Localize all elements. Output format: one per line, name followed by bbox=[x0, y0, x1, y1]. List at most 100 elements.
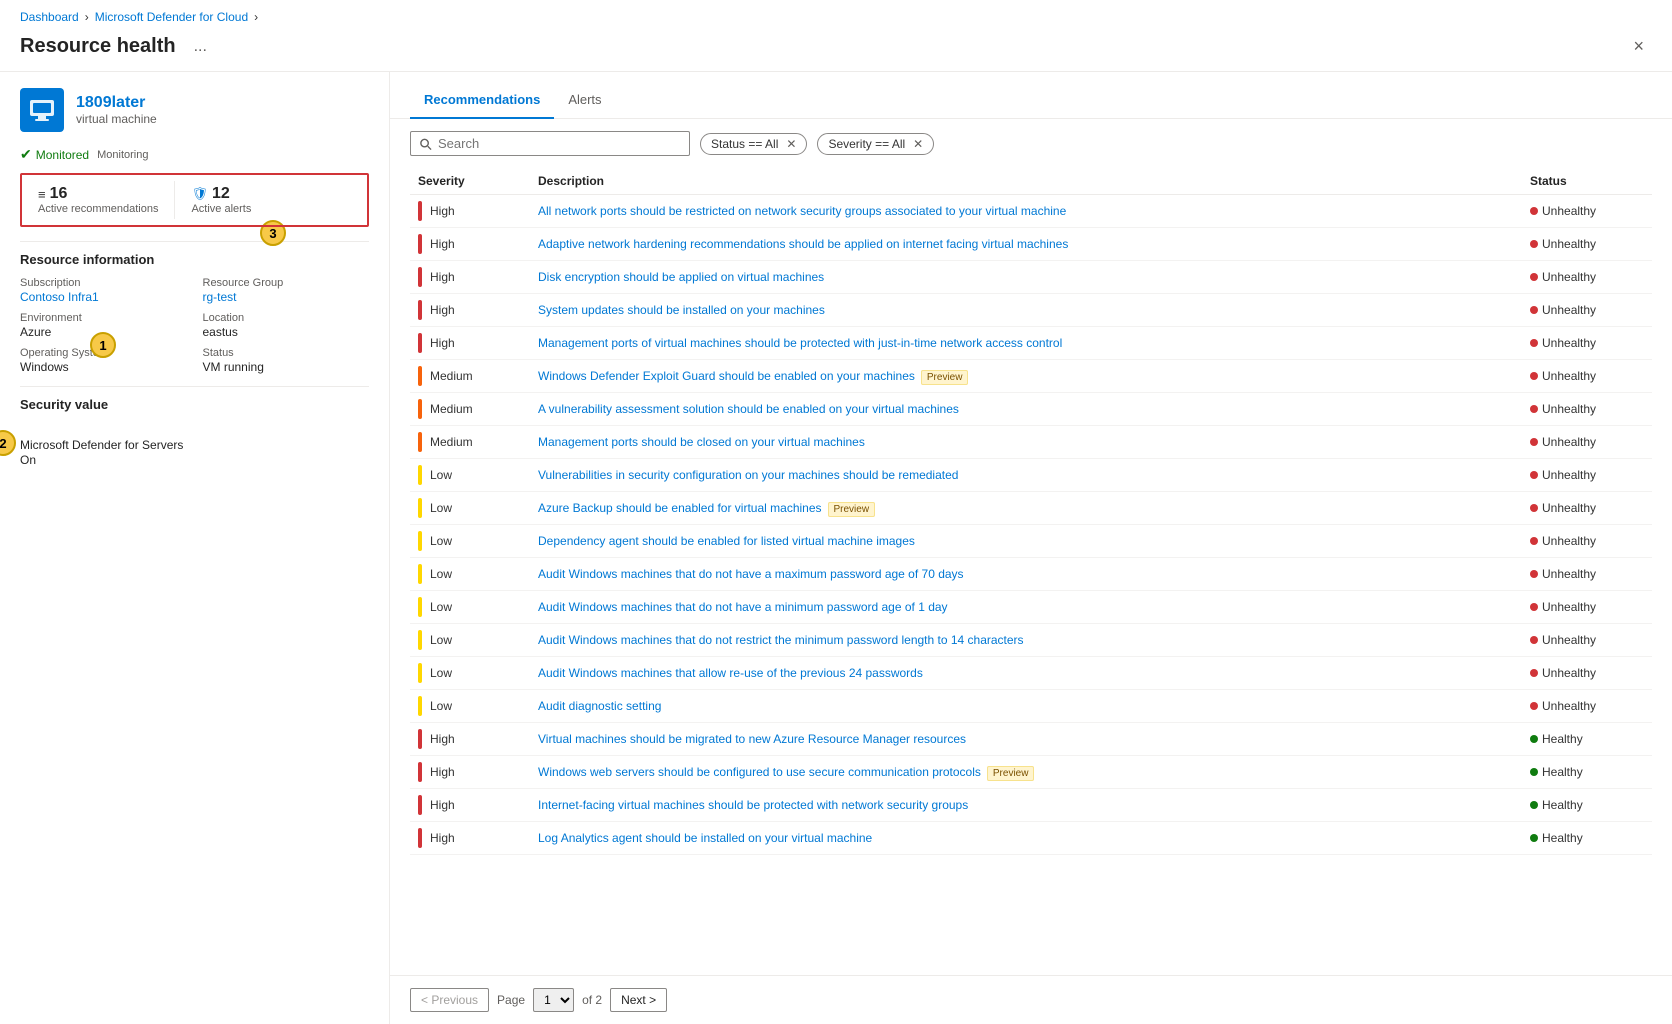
status-dot bbox=[1530, 537, 1538, 545]
status-cell: Unhealthy bbox=[1522, 525, 1652, 558]
status-cell: Healthy bbox=[1522, 756, 1652, 789]
breadcrumb-defender[interactable]: Microsoft Defender for Cloud bbox=[95, 10, 248, 24]
table-row[interactable]: HighInternet-facing virtual machines sho… bbox=[410, 789, 1652, 822]
severity-bar bbox=[418, 795, 422, 815]
severity-bar bbox=[418, 828, 422, 848]
description-link[interactable]: Management ports of virtual machines sho… bbox=[538, 336, 1062, 350]
table-row[interactable]: HighLog Analytics agent should be instal… bbox=[410, 822, 1652, 855]
preview-badge: Preview bbox=[828, 502, 876, 517]
table-row[interactable]: MediumManagement ports should be closed … bbox=[410, 426, 1652, 459]
table-row[interactable]: LowAudit diagnostic settingUnhealthy bbox=[410, 690, 1652, 723]
description-link[interactable]: A vulnerability assessment solution shou… bbox=[538, 402, 959, 416]
table-row[interactable]: High Adaptive network hardening recommend… bbox=[410, 228, 1652, 261]
description-cell: Management ports of virtual machines sho… bbox=[530, 327, 1522, 360]
table-row[interactable]: HighWindows web servers should be config… bbox=[410, 756, 1652, 789]
description-link[interactable]: Azure Backup should be enabled for virtu… bbox=[538, 501, 822, 515]
tab-alerts[interactable]: Alerts bbox=[554, 82, 615, 119]
vm-type: virtual machine bbox=[76, 112, 157, 126]
severity-cell: Low bbox=[410, 690, 530, 723]
severity-cell: Low bbox=[410, 525, 530, 558]
resource-group-link[interactable]: rg-test bbox=[203, 290, 237, 304]
table-row[interactable]: HighAll network ports should be restrict… bbox=[410, 195, 1652, 228]
status-dot bbox=[1530, 471, 1538, 479]
description-link[interactable]: Disk encryption should be applied on vir… bbox=[538, 270, 824, 284]
filter-status-chip[interactable]: Status == All ✕ bbox=[700, 133, 807, 155]
severity-cell: Low bbox=[410, 624, 530, 657]
description-cell: Virtual machines should be migrated to n… bbox=[530, 723, 1522, 756]
description-link[interactable]: Audit Windows machines that do not have … bbox=[538, 567, 964, 581]
filter-severity-close[interactable]: ✕ bbox=[913, 137, 923, 151]
severity-cell: High bbox=[410, 228, 530, 261]
table-row[interactable]: Low Audit Windows machines that do not ha… bbox=[410, 558, 1652, 591]
status-dot bbox=[1530, 669, 1538, 677]
table-row[interactable]: LowAzure Backup should be enabled for vi… bbox=[410, 492, 1652, 525]
description-link[interactable]: Management ports should be closed on you… bbox=[538, 435, 865, 449]
table-row[interactable]: Low Audit Windows machines that do not ha… bbox=[410, 591, 1652, 624]
table-row[interactable]: MediumA vulnerability assessment solutio… bbox=[410, 393, 1652, 426]
vm-name[interactable]: 1809later bbox=[76, 94, 157, 112]
search-box[interactable] bbox=[410, 131, 690, 156]
description-link[interactable]: Windows web servers should be configured… bbox=[538, 765, 981, 779]
description-link[interactable]: Audit Windows machines that allow re-use… bbox=[538, 666, 923, 680]
prev-button[interactable]: < Previous bbox=[410, 988, 489, 1012]
page-header: Resource health ... × bbox=[0, 28, 1672, 72]
page-select[interactable]: 1 2 bbox=[533, 988, 574, 1012]
table-row[interactable]: HighDisk encryption should be applied on… bbox=[410, 261, 1652, 294]
table-header-row: Severity Description Status bbox=[410, 168, 1652, 195]
breadcrumb-dashboard[interactable]: Dashboard bbox=[20, 10, 79, 24]
description-link[interactable]: Log Analytics agent should be installed … bbox=[538, 831, 872, 845]
page-label: Page bbox=[497, 993, 525, 1007]
severity-cell: Low bbox=[410, 591, 530, 624]
description-link[interactable]: System updates should be installed on yo… bbox=[538, 303, 825, 317]
page-title: Resource health bbox=[20, 35, 176, 58]
status-dot bbox=[1530, 273, 1538, 281]
description-link[interactable]: Audit diagnostic setting bbox=[538, 699, 661, 713]
search-icon bbox=[419, 137, 432, 151]
subscription-link[interactable]: Contoso Infra1 bbox=[20, 290, 99, 304]
search-input[interactable] bbox=[438, 136, 681, 151]
subscription-field: Subscription Contoso Infra1 bbox=[20, 277, 187, 304]
ellipsis-button[interactable]: ... bbox=[186, 34, 215, 60]
description-cell: Audit Windows machines that do not have … bbox=[530, 558, 1522, 591]
tab-recommendations[interactable]: Recommendations bbox=[410, 82, 554, 119]
description-link[interactable]: Audit Windows machines that do not restr… bbox=[538, 633, 1024, 647]
close-button[interactable]: × bbox=[1625, 32, 1652, 61]
description-link[interactable]: Windows Defender Exploit Guard should be… bbox=[538, 369, 915, 383]
recommendations-table: Severity Description Status HighAll netw… bbox=[390, 168, 1672, 975]
severity-bar bbox=[418, 399, 422, 419]
filter-severity-chip[interactable]: Severity == All ✕ bbox=[817, 133, 934, 155]
table-row[interactable]: MediumWindows Defender Exploit Guard sho… bbox=[410, 360, 1652, 393]
table-row[interactable]: LowAudit Windows machines that allow re-… bbox=[410, 657, 1652, 690]
description-link[interactable]: All network ports should be restricted o… bbox=[538, 204, 1066, 218]
filter-status-close[interactable]: ✕ bbox=[786, 137, 796, 151]
description-cell: Audit Windows machines that do not have … bbox=[530, 591, 1522, 624]
description-link[interactable]: Virtual machines should be migrated to n… bbox=[538, 732, 966, 746]
vm-header: 1809later virtual machine bbox=[20, 88, 369, 132]
description-cell: System updates should be installed on yo… bbox=[530, 294, 1522, 327]
severity-bar bbox=[418, 432, 422, 452]
table-row[interactable]: HighSystem updates should be installed o… bbox=[410, 294, 1652, 327]
table-row[interactable]: Low Dependency agent should be enabled fo… bbox=[410, 525, 1652, 558]
description-link[interactable]: Dependency agent should be enabled for l… bbox=[538, 534, 915, 548]
description-link[interactable]: Audit Windows machines that do not have … bbox=[538, 600, 948, 614]
table-row[interactable]: High Virtual machines should be migrated … bbox=[410, 723, 1652, 756]
severity-cell: Low bbox=[410, 558, 530, 591]
status-cell: Unhealthy bbox=[1522, 360, 1652, 393]
table-row[interactable]: Low Audit Windows machines that do not re… bbox=[410, 624, 1652, 657]
metric-recommendations[interactable]: ≡ 16 Active recommendations bbox=[34, 181, 174, 219]
next-button[interactable]: Next > bbox=[610, 988, 667, 1012]
description-link[interactable]: Vulnerabilities in security configuratio… bbox=[538, 468, 958, 482]
status-cell: Unhealthy bbox=[1522, 492, 1652, 525]
description-link[interactable]: Internet-facing virtual machines should … bbox=[538, 798, 968, 812]
resource-info-title: Resource information bbox=[20, 252, 369, 267]
status-cell: Healthy bbox=[1522, 723, 1652, 756]
description-cell: Audit diagnostic setting bbox=[530, 690, 1522, 723]
status-dot bbox=[1530, 372, 1538, 380]
severity-cell: High bbox=[410, 327, 530, 360]
table-row[interactable]: High Management ports of virtual machines… bbox=[410, 327, 1652, 360]
metric-alerts[interactable]: 🛡 12 Active alerts bbox=[174, 181, 267, 219]
severity-cell: High bbox=[410, 723, 530, 756]
description-link[interactable]: Adaptive network hardening recommendatio… bbox=[538, 237, 1068, 251]
table-row[interactable]: LowVulnerabilities in security configura… bbox=[410, 459, 1652, 492]
left-panel: 3 1809later virtual machine bbox=[0, 72, 390, 1024]
